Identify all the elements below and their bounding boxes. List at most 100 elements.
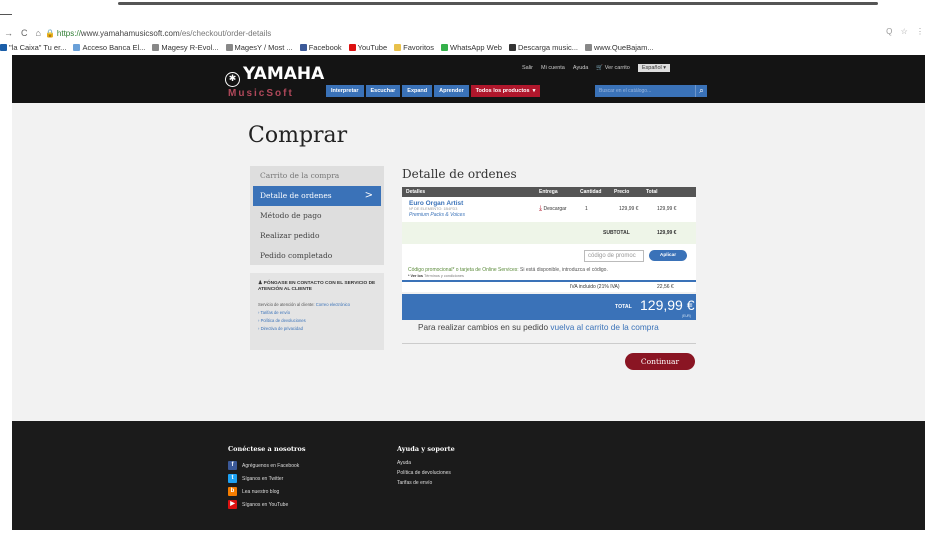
- promo-row: código de promoc Aplicar Código promocio…: [402, 244, 696, 280]
- yamaha-logo[interactable]: ✱ YAMAHA: [225, 64, 324, 87]
- url-host: www.yamahamusicsoft.com: [80, 28, 180, 38]
- bookmark-label: "la Caixa" Tu er...: [9, 42, 67, 52]
- connect-title: Conéctese a nosotros: [228, 445, 306, 453]
- download-icon: [508, 43, 516, 51]
- forward-icon[interactable]: →: [4, 28, 13, 38]
- apply-button[interactable]: Aplicar: [649, 250, 687, 261]
- facebook-icon: f: [228, 461, 237, 470]
- page-title: Comprar: [248, 123, 348, 148]
- social-link[interactable]: f Agréguenos en Facebook: [228, 461, 299, 470]
- cart-link[interactable]: 🛒 Ver carrito: [596, 65, 629, 71]
- footer-returns-link[interactable]: Política de devoluciones: [397, 470, 451, 476]
- social-link[interactable]: ▶ Síganos en YouTube: [228, 500, 288, 509]
- social-label: Agréguenos en Facebook: [242, 462, 300, 469]
- bookmark-item[interactable]: "la Caixa" Tu er...: [0, 43, 66, 52]
- col-price: Precio: [614, 189, 630, 195]
- url-scheme: https://: [56, 28, 81, 38]
- bookmark-label: www.QueBajam...: [594, 42, 654, 52]
- bookmark-item[interactable]: Facebook: [299, 42, 342, 52]
- social-label: Síganos en YouTube: [242, 501, 289, 508]
- nav-all-products[interactable]: Todos los productos ▾: [470, 85, 541, 97]
- zoom-star-icons[interactable]: Q ☆ ⋮: [886, 27, 927, 36]
- browser-window: → C ⌂ 🔒 https:// www.yamahamusicsoft.com…: [0, 0, 933, 543]
- step-order-details[interactable]: Detalle de ordenes >: [253, 186, 381, 206]
- email-link[interactable]: Correo electrónico: [316, 302, 350, 307]
- order-table: Detalles Entrega Cantidad Precio Total E…: [402, 187, 696, 320]
- nav-escuchar[interactable]: Escuchar: [365, 85, 401, 97]
- step-payment: Método de pago: [260, 211, 322, 220]
- site-footer: Conéctese a nosotros f Agréguenos en Face…: [12, 421, 925, 530]
- logout-link[interactable]: Salir: [522, 65, 533, 71]
- help-link[interactable]: Ayuda: [573, 65, 589, 71]
- bookmark-label: Magesy R-Evol...: [161, 42, 219, 52]
- search-icon[interactable]: ⌕: [695, 85, 707, 97]
- window-control[interactable]: [0, 14, 12, 15]
- bookmark-item[interactable]: MagesY / Most ...: [225, 42, 293, 52]
- promo-code-input[interactable]: código de promoc: [584, 250, 644, 262]
- item-name-link[interactable]: Euro Organ Artist: [409, 200, 463, 207]
- returns-policy-link[interactable]: › Política de devoluciones: [258, 318, 376, 323]
- bookmark-item[interactable]: YouTube: [348, 42, 388, 52]
- total-row: TOTAL 129,99 € (EUR): [402, 294, 696, 320]
- bookmark-item[interactable]: Magesy R-Evol...: [152, 42, 219, 52]
- bookmark-label: Facebook: [308, 42, 342, 52]
- bookmark-label: MagesY / Most ...: [234, 42, 293, 52]
- nav-expand[interactable]: Expand: [402, 85, 433, 97]
- item-price: 129,99 €: [619, 206, 639, 212]
- home-icon[interactable]: ⌂: [36, 28, 41, 38]
- musicsoft-logo[interactable]: MusicSoft: [228, 88, 294, 99]
- item-category-link[interactable]: Premium Packs & Voices: [409, 212, 465, 218]
- table-row: Euro Organ Artist Nº DE ELEMENTO: 1B4FD3…: [402, 197, 696, 222]
- step-cart[interactable]: Carrito de la compra: [250, 166, 384, 186]
- subtotal-label: SUBTOTAL: [603, 230, 630, 236]
- footer-help-link[interactable]: Ayuda: [397, 460, 411, 466]
- bookmark-item[interactable]: Favoritos: [394, 43, 434, 52]
- nav-aprender[interactable]: Aprender: [434, 85, 469, 97]
- continue-button[interactable]: Continuar: [625, 353, 695, 370]
- page-icon: [585, 43, 592, 51]
- contact-box: ♟ PÓNGASE EN CONTACTO CON EL SERVICIO DE…: [250, 273, 384, 350]
- checkout-steps: Carrito de la compra Detalle de ordenes >…: [250, 166, 384, 265]
- bookmark-label: WhatsApp Web: [449, 42, 502, 52]
- nav-interpretar[interactable]: Interpretar: [326, 85, 364, 97]
- col-details: Detalles: [406, 189, 426, 195]
- page-bottom: [0, 530, 933, 543]
- bookmark-label: Acceso Banca El...: [82, 42, 146, 52]
- tab-bar[interactable]: [118, 2, 878, 5]
- subtotal-row: SUBTOTAL 129,99 €: [402, 222, 696, 244]
- checkout-page: Comprar Carrito de la compra Detalle de …: [12, 103, 925, 421]
- privacy-policy-link[interactable]: › Directiva de privacidad: [258, 326, 376, 331]
- reload-icon[interactable]: C: [21, 28, 28, 38]
- person-icon: ♟: [258, 281, 263, 286]
- terms-link[interactable]: * Ver los Términos y condiciones: [408, 274, 464, 278]
- download-icon: ⤓: [539, 205, 543, 212]
- facebook-icon: [299, 43, 307, 51]
- tab-strip: [0, 0, 933, 26]
- top-links: Salir Mi cuenta Ayuda 🛒 Ver carrito Espa…: [522, 64, 671, 72]
- vat-value: 22,56 €: [657, 284, 674, 290]
- bookmark-item[interactable]: Acceso Banca El...: [73, 43, 145, 52]
- bookmarks-bar: "la Caixa" Tu er... Acceso Banca El... Mag…: [0, 40, 933, 54]
- social-label: Lea nuestro blog: [242, 488, 280, 495]
- bookmark-label: Favoritos: [403, 42, 434, 52]
- shipping-rates-link[interactable]: › Tarifas de envío: [258, 310, 376, 315]
- back-to-cart-link[interactable]: vuelva al carrito de la compra: [550, 322, 658, 332]
- twitter-icon: t: [228, 474, 237, 483]
- url-path: /es/checkout/order-details: [179, 28, 272, 38]
- my-account-link[interactable]: Mi cuenta: [541, 65, 565, 71]
- bookmark-item[interactable]: WhatsApp Web: [440, 42, 502, 52]
- step-place-order: Realizar pedido: [260, 231, 320, 240]
- bookmark-item[interactable]: www.QueBajam...: [585, 43, 654, 52]
- download-delivery: ⤓ Descargar: [539, 205, 567, 212]
- cart-icon: 🛒: [596, 65, 604, 71]
- language-select[interactable]: Español ▾: [637, 64, 671, 72]
- footer-shipping-link[interactable]: Tarifas de envío: [397, 480, 432, 486]
- search-input[interactable]: Buscar en el catálogo...: [595, 85, 695, 97]
- divider: [402, 343, 696, 344]
- bookmark-label: YouTube: [357, 42, 388, 52]
- order-details-title: Detalle de ordenes: [402, 167, 517, 181]
- social-link[interactable]: b Lea nuestro blog: [228, 487, 279, 496]
- bookmark-item[interactable]: Descarga music...: [508, 43, 578, 52]
- address-bar[interactable]: → C ⌂ 🔒 https:// www.yamahamusicsoft.com…: [0, 26, 933, 40]
- social-link[interactable]: t Síganos en Twitter: [228, 474, 283, 483]
